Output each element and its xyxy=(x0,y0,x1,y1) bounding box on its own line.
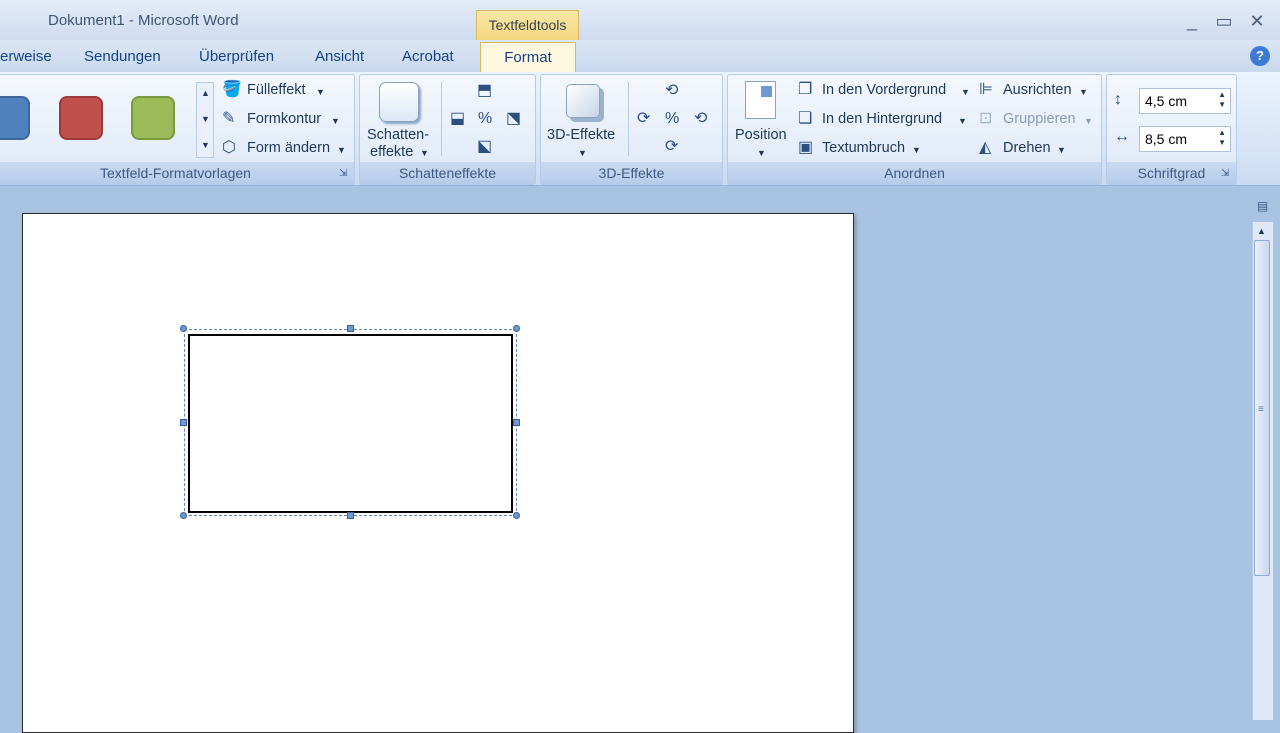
minimize-button[interactable]: _ xyxy=(1179,8,1205,34)
gallery-down-icon[interactable]: ▼ xyxy=(201,114,210,124)
align-icon: ⊫ xyxy=(979,81,993,98)
rotate-button[interactable]: Drehen xyxy=(1003,140,1051,156)
bring-to-front-button[interactable]: In den Vordergrund xyxy=(822,82,946,98)
ruler-toggle-icon[interactable]: ▤ xyxy=(1254,198,1271,215)
dialog-launcher-icon[interactable]: ⇲ xyxy=(339,168,350,179)
style-swatch-blue[interactable] xyxy=(0,96,30,140)
shadow-effects-button-line2[interactable]: effekte xyxy=(370,144,413,160)
separator xyxy=(441,82,442,156)
group-title: Textfeld-Formatvorlagen xyxy=(0,162,354,184)
group-title: Schatteneffekte xyxy=(360,162,535,184)
pen-outline-icon: ✎ xyxy=(222,110,236,127)
tab-acrobat[interactable]: Acrobat xyxy=(402,48,454,65)
spinner-arrows-icon[interactable]: ▲ ▼ xyxy=(1218,128,1226,148)
group-title: Schriftgrad xyxy=(1107,162,1236,184)
tab-format[interactable]: Format xyxy=(480,42,576,73)
tilt-right-icon[interactable]: ⟲ xyxy=(694,110,707,128)
resize-handle-left[interactable] xyxy=(180,419,187,426)
style-swatch-green[interactable] xyxy=(131,96,175,140)
gallery-more-icon[interactable]: ▼ xyxy=(201,140,210,150)
position-button[interactable]: Position xyxy=(735,127,787,143)
chevron-down-icon[interactable]: ▼ xyxy=(912,145,921,155)
tab-sendungen-truncated[interactable]: erweise xyxy=(0,48,52,65)
scroll-grip-icon: ≡ xyxy=(1258,404,1264,415)
nudge-shadow-up-icon[interactable]: ⬒ xyxy=(477,82,492,100)
height-icon: ↕ xyxy=(1114,91,1122,108)
chevron-down-icon[interactable]: ▼ xyxy=(331,116,340,126)
send-to-back-button[interactable]: In den Hintergrund xyxy=(822,111,942,127)
tilt-left-icon[interactable]: ⟳ xyxy=(637,110,650,128)
group-objects-icon: ⊡ xyxy=(979,110,993,127)
text-wrap-icon: ▣ xyxy=(798,139,814,156)
chevron-down-icon[interactable]: ▼ xyxy=(316,87,325,97)
resize-handle-top-right[interactable] xyxy=(513,325,520,332)
change-shape-button[interactable]: Form ändern xyxy=(247,140,330,156)
width-value[interactable]: 8,5 cm xyxy=(1145,131,1187,147)
tab-ueberpruefen[interactable]: Überprüfen xyxy=(199,48,274,65)
nudge-shadow-left-icon[interactable]: ⬓ xyxy=(450,110,465,128)
maximize-button[interactable]: ▭ xyxy=(1211,8,1237,34)
chevron-down-icon[interactable]: ▼ xyxy=(961,87,970,97)
separator xyxy=(628,82,629,156)
resize-handle-top[interactable] xyxy=(347,325,354,332)
tab-sendungen[interactable]: Sendungen xyxy=(84,48,161,65)
group-objects-button: Gruppieren xyxy=(1003,111,1076,127)
group-title: Anordnen xyxy=(728,162,1101,184)
scroll-up-icon[interactable]: ▲ xyxy=(1257,226,1266,236)
chevron-down-icon[interactable]: ▼ xyxy=(578,148,587,158)
chevron-down-icon[interactable]: ▼ xyxy=(420,148,429,158)
chevron-down-icon[interactable]: ▼ xyxy=(337,145,346,155)
resize-handle-bottom[interactable] xyxy=(347,512,354,519)
3d-toggle-icon[interactable]: % xyxy=(665,110,679,128)
tilt-up-icon[interactable]: ⟲ xyxy=(665,82,678,100)
shadow-effects-button[interactable]: Schatten- xyxy=(367,127,429,143)
height-spinner[interactable]: 4,5 cm ▲ ▼ xyxy=(1139,88,1231,114)
textbox[interactable] xyxy=(188,334,513,513)
spinner-arrows-icon[interactable]: ▲ ▼ xyxy=(1218,90,1226,110)
resize-handle-right[interactable] xyxy=(513,419,520,426)
style-swatch-red[interactable] xyxy=(59,96,103,140)
tilt-down-icon[interactable]: ⟳ xyxy=(665,138,678,156)
3d-effects-icon xyxy=(566,84,600,118)
shadow-toggle-icon[interactable]: % xyxy=(478,110,492,128)
shadow-effects-icon xyxy=(379,82,419,122)
contextual-tab-header: Textfeldtools xyxy=(476,10,579,40)
dialog-launcher-icon[interactable]: ⇲ xyxy=(1221,168,1232,179)
fill-bucket-icon: 🪣 xyxy=(222,81,242,98)
close-button[interactable]: ✕ xyxy=(1244,8,1270,34)
chevron-down-icon[interactable]: ▼ xyxy=(1057,145,1066,155)
chevron-down-icon[interactable]: ▼ xyxy=(958,116,967,126)
resize-handle-bottom-right[interactable] xyxy=(513,512,520,519)
rotate-icon: ◭ xyxy=(979,139,992,156)
bring-to-front-icon: ❐ xyxy=(798,81,813,98)
help-icon[interactable]: ? xyxy=(1250,46,1270,66)
text-wrap-button[interactable]: Textumbruch xyxy=(822,140,905,156)
height-value[interactable]: 4,5 cm xyxy=(1145,93,1187,109)
tab-ansicht[interactable]: Ansicht xyxy=(315,48,364,65)
ribbon-tab-row xyxy=(0,40,1280,73)
3d-effects-button[interactable]: 3D-Effekte xyxy=(547,127,615,143)
chevron-down-icon[interactable]: ▼ xyxy=(757,148,766,158)
align-button[interactable]: Ausrichten xyxy=(1003,82,1072,98)
width-spinner[interactable]: 8,5 cm ▲ ▼ xyxy=(1139,126,1231,152)
group-title: 3D-Effekte xyxy=(541,162,722,184)
fill-effect-button[interactable]: Fülleffekt xyxy=(247,82,306,98)
change-shape-icon: ⬡ xyxy=(222,139,236,156)
width-icon: ↔ xyxy=(1114,128,1130,145)
resize-handle-top-left[interactable] xyxy=(180,325,187,332)
nudge-shadow-down-icon[interactable]: ⬕ xyxy=(477,138,492,156)
gallery-up-icon[interactable]: ▲ xyxy=(201,88,210,98)
position-page-icon xyxy=(745,81,776,119)
chevron-down-icon: ▼ xyxy=(1084,116,1093,126)
nudge-shadow-right-icon[interactable]: ⬔ xyxy=(506,110,521,128)
window-title: Dokument1 - Microsoft Word xyxy=(48,12,239,29)
shape-outline-button[interactable]: Formkontur xyxy=(247,111,321,127)
resize-handle-bottom-left[interactable] xyxy=(180,512,187,519)
chevron-down-icon[interactable]: ▼ xyxy=(1079,87,1088,97)
send-to-back-icon: ❏ xyxy=(798,110,813,127)
